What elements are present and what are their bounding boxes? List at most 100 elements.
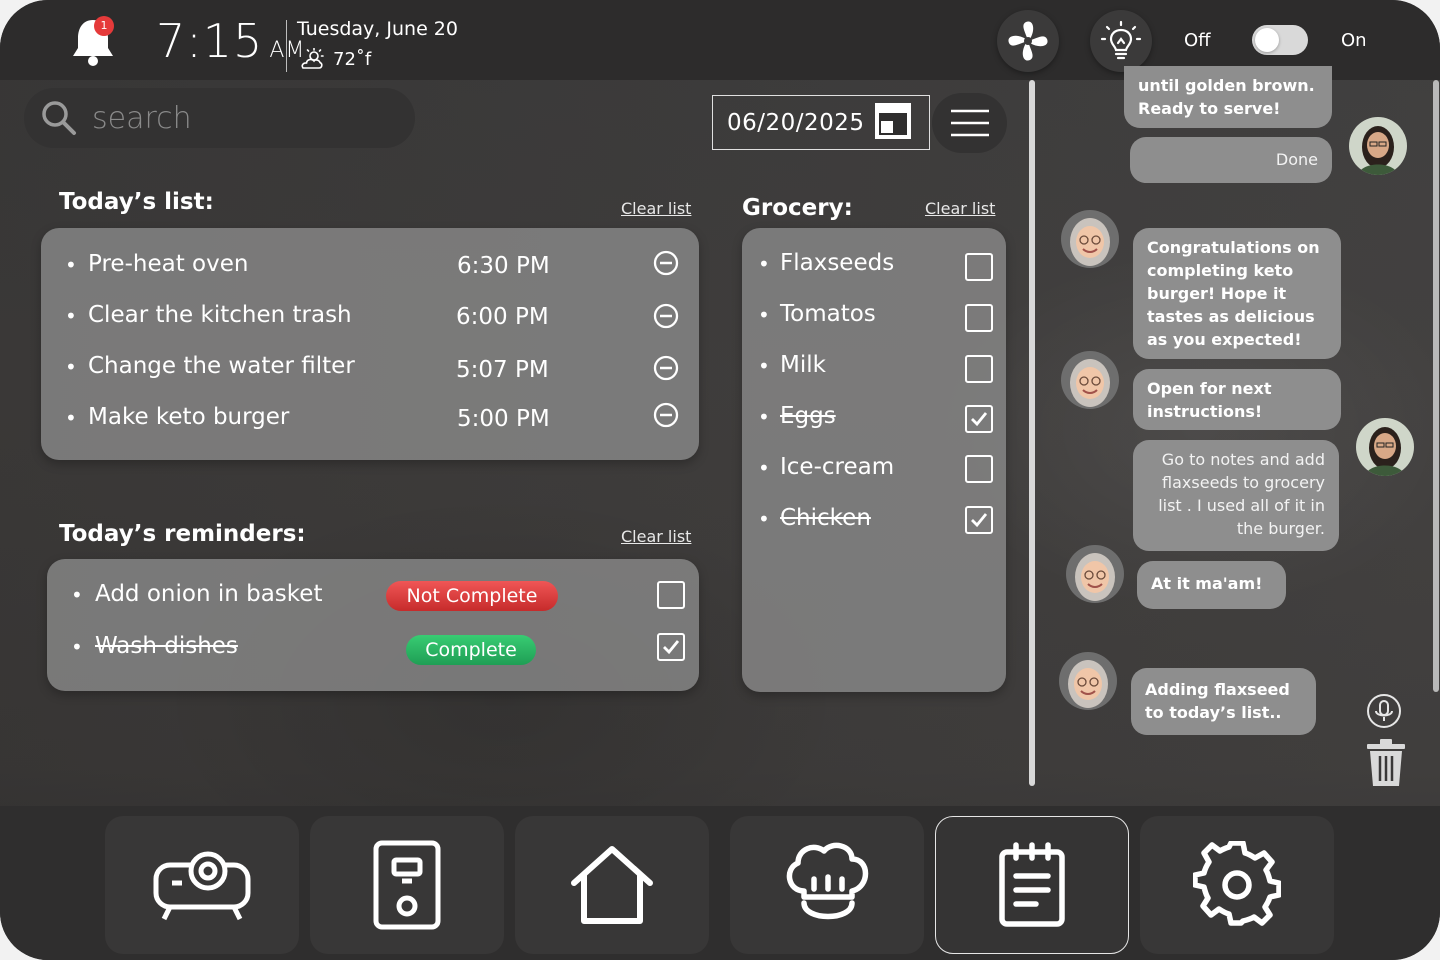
nav-appliance[interactable] [310,816,504,954]
assistant-message: Open for next instructions! [1133,369,1341,430]
nav-recipes[interactable] [730,816,924,954]
grocery-item-text: Ice-cream [780,454,895,480]
menu-button[interactable] [932,93,1007,153]
reminder-text: Add onion in basket [95,581,323,607]
chef-hat-icon [786,842,869,920]
light-toggle[interactable] [1252,25,1308,55]
assistant-message: Adding flaxseed to today’s list.. [1131,668,1316,735]
assistant-avatar [1061,210,1119,268]
main-scrollbar[interactable] [1029,80,1035,786]
nav-home[interactable] [515,816,709,954]
smart-home-screen: 1 7:15 AM Tuesday, June 20 72˚f Off On s… [0,0,1440,960]
assistant-avatar [1066,545,1124,603]
list-item: • Clear the kitchen trash 6:00 PM [41,296,699,336]
grocery-checkbox[interactable] [965,304,993,332]
fan-icon [1008,21,1048,61]
divider [286,20,287,72]
reminder-text: Wash dishes [95,633,238,659]
clock: 7:15 AM [156,14,305,68]
reminders-panel: • Add onion in basket Not Complete • Was… [47,559,699,691]
toggle-knob [1255,28,1279,52]
grocery-panel: • Flaxseeds • Tomatos • Milk • Eggs • Ic… [742,228,1006,692]
weather-cloud-sun-icon [301,48,324,69]
reminder-item: • Wash dishes Complete [47,627,699,667]
microphone-icon[interactable] [1365,692,1403,734]
grocery-item: • Milk [742,346,1006,386]
notes-icon [999,842,1065,927]
reminder-checkbox[interactable] [657,581,685,609]
nav-notes[interactable] [935,816,1129,954]
todays-list-clear-link[interactable]: Clear list [621,199,691,218]
todays-list-title: Today’s list: [59,189,214,215]
weather: 72˚f [297,48,371,70]
assistant-message: Congratulations on completing keto burge… [1133,228,1341,359]
search-icon [42,101,76,135]
appliance-icon [373,840,441,930]
reminders-clear-link[interactable]: Clear list [621,527,691,546]
clock-time: 7:15 [156,14,264,68]
grocery-item: • Eggs [742,397,1006,437]
projector-icon [153,851,251,921]
grocery-item-text: Flaxseeds [780,250,895,276]
grocery-item-text: Milk [780,352,826,378]
search-bar[interactable] [24,88,415,148]
remove-icon[interactable] [653,303,679,329]
list-item: • Pre-heat oven 6:30 PM [41,245,699,285]
list-item-time: 6:30 PM [457,253,550,279]
chat-scrollbar[interactable] [1433,80,1439,692]
date-label: Tuesday, June 20 [297,18,458,40]
assistant-message: until golden brown. Ready to serve! [1124,66,1332,128]
grocery-item: • Chicken [742,499,1006,539]
user-message: Go to notes and add flaxseeds to grocery… [1133,440,1339,551]
list-item-text: Clear the kitchen trash [88,302,352,328]
list-item-text: Make keto burger [88,404,290,430]
date-value: 06/20/2025 [727,109,865,136]
remove-icon[interactable] [653,402,679,428]
temperature: 72˚f [333,48,372,70]
reminders-title: Today’s reminders: [59,521,306,547]
list-item-time: 5:00 PM [457,406,550,432]
grocery-item-text: Tomatos [780,301,876,327]
check-icon [971,412,988,427]
toggle-on-label: On [1341,30,1367,51]
grocery-checkbox[interactable] [965,506,993,534]
list-item-text: Pre-heat oven [88,251,249,277]
light-bulb-icon [1100,20,1142,60]
trash-icon[interactable] [1365,738,1407,792]
user-message: Done [1130,137,1332,183]
grocery-checkbox[interactable] [965,253,993,281]
check-icon [971,513,988,528]
list-item: • Change the water filter 5:07 PM [41,347,699,387]
assistant-message: At it ma'am! [1137,561,1286,609]
hamburger-menu-icon [950,109,989,137]
notification-badge: 1 [94,16,114,36]
reminder-checkbox[interactable] [657,633,685,661]
grocery-checkbox[interactable] [965,355,993,383]
list-item: • Make keto burger 5:00 PM [41,398,699,438]
grocery-checkbox[interactable] [965,405,993,433]
user-avatar [1349,117,1407,175]
reminder-item: • Add onion in basket Not Complete [47,575,699,615]
status-badge: Not Complete [386,581,558,611]
grocery-clear-link[interactable]: Clear list [925,199,995,218]
list-item-time: 6:00 PM [456,304,549,330]
assistant-avatar [1061,351,1119,409]
grocery-item-text: Eggs [780,403,836,429]
fan-button[interactable] [997,10,1059,72]
light-button[interactable] [1090,10,1152,72]
search-input[interactable] [92,100,392,136]
home-icon [571,846,653,924]
calendar-icon[interactable] [873,101,913,141]
toggle-off-label: Off [1184,30,1211,51]
check-icon [663,640,680,655]
assistant-avatar [1059,652,1117,710]
nav-projector[interactable] [105,816,299,954]
grocery-checkbox[interactable] [965,455,993,483]
user-avatar [1356,418,1414,476]
remove-icon[interactable] [653,250,679,276]
remove-icon[interactable] [653,355,679,381]
status-badge: Complete [406,635,536,665]
nav-settings[interactable] [1140,816,1334,954]
grocery-item: • Tomatos [742,295,1006,335]
todays-list-panel: • Pre-heat oven 6:30 PM • Clear the kitc… [41,228,699,460]
